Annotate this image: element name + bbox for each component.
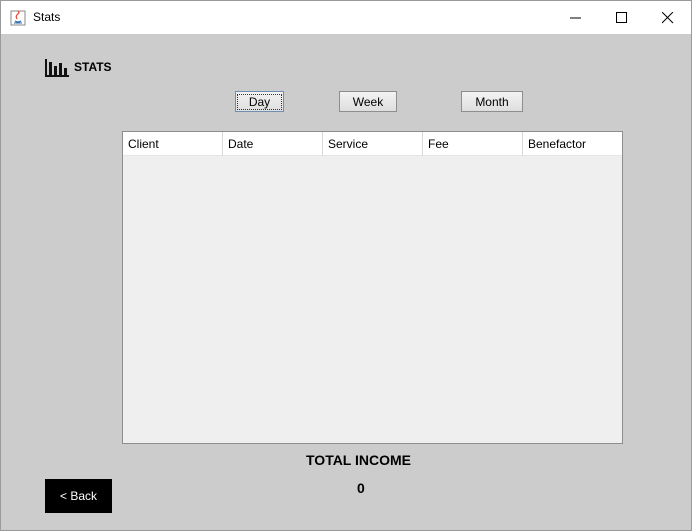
java-app-icon	[10, 10, 26, 26]
stats-window: Stats STATS Day Week Month Client Date S…	[0, 0, 692, 531]
column-header-fee[interactable]: Fee	[423, 132, 523, 156]
total-income-label: TOTAL INCOME	[306, 452, 411, 468]
day-button[interactable]: Day	[235, 91, 284, 112]
title-bar[interactable]: Stats	[1, 1, 691, 34]
minimize-icon	[570, 17, 581, 19]
close-icon	[662, 12, 674, 24]
back-button-label: < Back	[59, 489, 98, 503]
month-button[interactable]: Month	[461, 91, 523, 112]
bar-chart-icon	[45, 57, 69, 77]
close-button[interactable]	[645, 1, 691, 34]
stats-table[interactable]: Client Date Service Fee Benefactor	[122, 131, 623, 444]
minimize-button[interactable]	[553, 1, 599, 34]
total-income-value: 0	[357, 480, 365, 496]
week-button-label: Week	[352, 94, 384, 109]
maximize-button[interactable]	[599, 1, 645, 34]
page-title: STATS	[74, 60, 112, 74]
table-header: Client Date Service Fee Benefactor	[123, 132, 622, 156]
column-header-client[interactable]: Client	[123, 132, 223, 156]
column-header-date[interactable]: Date	[223, 132, 323, 156]
day-button-label: Day	[236, 93, 283, 110]
column-header-benefactor[interactable]: Benefactor	[523, 132, 622, 156]
column-header-service[interactable]: Service	[323, 132, 423, 156]
month-button-label: Month	[475, 94, 509, 109]
back-button[interactable]: < Back	[45, 479, 112, 513]
window-title: Stats	[33, 10, 61, 24]
maximize-icon	[616, 12, 627, 23]
week-button[interactable]: Week	[339, 91, 397, 112]
